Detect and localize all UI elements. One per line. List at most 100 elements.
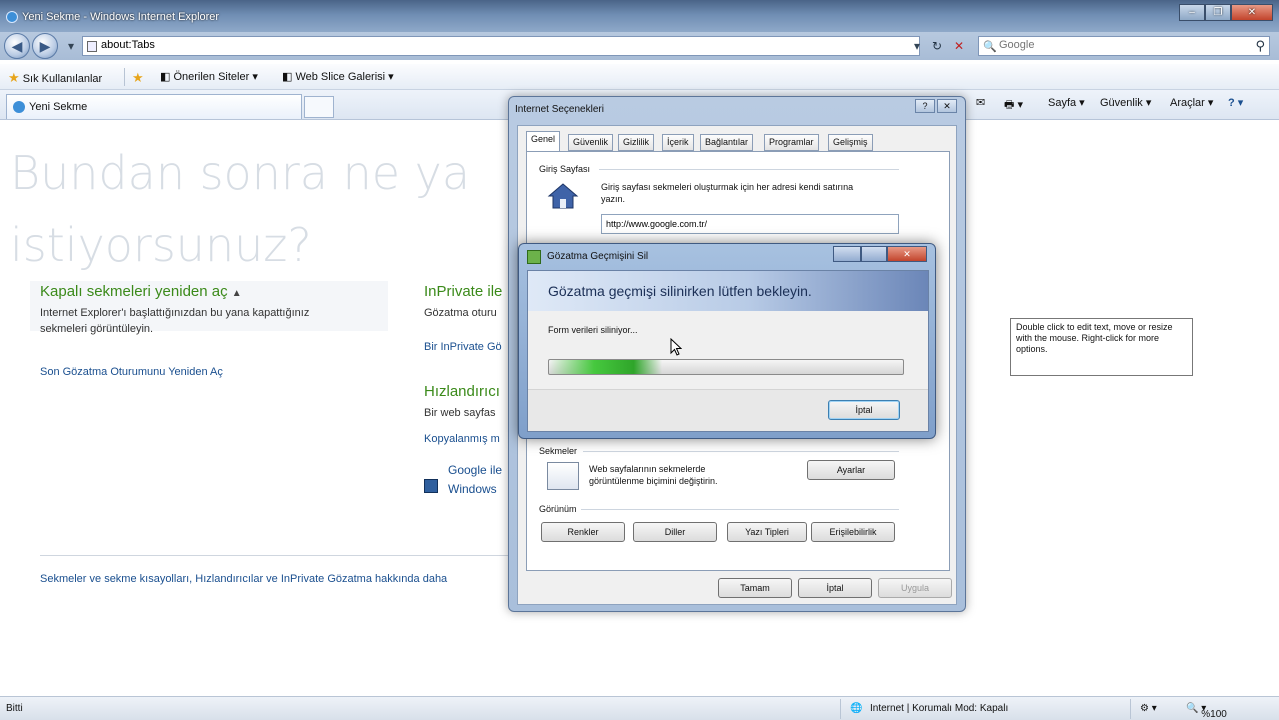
separator: [840, 699, 841, 719]
tab-content[interactable]: İçerik: [662, 134, 694, 151]
tab-programs[interactable]: Programlar: [764, 134, 819, 151]
web-slice-gallery-link[interactable]: ◧ Web Slice Galerisi ▾: [282, 70, 394, 83]
options-cancel-button[interactable]: İptal: [798, 578, 872, 598]
delete-status-text: Form verileri siliniyor...: [548, 325, 638, 335]
zoom-level[interactable]: 🔍 %100 ▾: [1186, 703, 1227, 720]
tabs-settings-button[interactable]: Ayarlar: [807, 460, 895, 480]
separator: [124, 68, 125, 86]
tab-advanced[interactable]: Gelişmiş: [828, 134, 873, 151]
delete-dialog-heading: Gözatma geçmişi silinirken lütfen bekley…: [548, 283, 812, 299]
mouse-cursor-icon: [670, 338, 682, 356]
page-icon: [87, 41, 97, 52]
address-input[interactable]: [101, 39, 881, 51]
page-menu[interactable]: Sayfa ▾: [1048, 96, 1085, 109]
tab-ie-icon: [13, 101, 25, 113]
closed-tabs-desc-1: Internet Explorer'ı başlattığınızdan bu …: [40, 307, 310, 319]
back-button[interactable]: ◀: [4, 33, 30, 59]
windows-accelerator-link[interactable]: Windows: [448, 482, 497, 496]
tabs-settings-icon: [547, 462, 579, 490]
house-icon: [547, 183, 579, 209]
search-icon[interactable]: ⚲: [1255, 38, 1265, 54]
protected-mode-icon[interactable]: ⚙ ▾: [1140, 703, 1157, 714]
delete-dialog-caption-buttons: ✕: [833, 246, 927, 262]
ie-icon: [6, 11, 18, 23]
tools-menu[interactable]: Araçlar ▾: [1170, 96, 1213, 109]
tab-general[interactable]: Genel: [526, 131, 561, 151]
ok-button[interactable]: Tamam: [718, 578, 792, 598]
help-menu[interactable]: ? ▾: [1228, 96, 1243, 109]
footer-help-link[interactable]: Sekmeler ve sekme kısayolları, Hızlandır…: [40, 573, 447, 585]
window-title: Yeni Sekme - Windows Internet Explorer: [22, 11, 220, 23]
inprivate-link[interactable]: Bir InPrivate Gö: [424, 341, 502, 353]
tab-connections[interactable]: Bağlantılar: [700, 134, 754, 151]
inprivate-desc: Gözatma oturu: [424, 307, 497, 319]
dialog-close-button[interactable]: ✕: [937, 99, 957, 113]
group-line: [581, 509, 899, 510]
caption-buttons: – ❐ ✕: [1179, 4, 1273, 21]
stop-icon[interactable]: ✕: [950, 37, 968, 55]
colors-button[interactable]: Renkler: [541, 522, 625, 542]
separator: [1130, 699, 1131, 719]
title-bar: Yeni Sekme - Windows Internet Explorer –…: [0, 0, 1279, 32]
delete-dialog-body: Gözatma geçmişi silinirken lütfen bekley…: [527, 270, 929, 432]
accessibility-button[interactable]: Erişilebilirlik: [811, 522, 895, 542]
add-favorites-icon[interactable]: ★: [132, 70, 144, 86]
search-input[interactable]: [999, 39, 1239, 51]
star-icon: ★: [8, 70, 20, 85]
security-zone[interactable]: Internet | Korumalı Mod: Kapalı: [870, 703, 1008, 714]
apply-button[interactable]: Uygula: [878, 578, 952, 598]
delete-history-icon: [527, 250, 541, 264]
delete-progress-fill: [549, 360, 663, 374]
languages-button[interactable]: Diller: [633, 522, 717, 542]
search-box[interactable]: 🔍 ⚲: [978, 36, 1270, 56]
reopen-last-session-link[interactable]: Son Gözatma Oturumunu Yeniden Aç: [40, 366, 223, 378]
favorites-button[interactable]: ★ Sık Kullanılanlar: [8, 70, 102, 86]
delete-dialog-close-button[interactable]: ✕: [887, 246, 927, 262]
address-dropdown[interactable]: ▾: [908, 37, 926, 55]
delete-history-dialog: Gözatma Geçmişini Sil ✕ Gözatma geçmişi …: [518, 243, 936, 439]
google-accelerator-link[interactable]: Google ile: [448, 463, 502, 477]
tabs-group-label: Sekmeler: [539, 446, 578, 456]
accelerator-icon: [424, 479, 438, 493]
closed-tabs-title[interactable]: Kapalı sekmeleri yeniden aç ▲: [40, 283, 242, 300]
tab-privacy[interactable]: Gizlilik: [618, 134, 654, 151]
delete-dialog-footer: İptal: [528, 389, 928, 431]
tab-security[interactable]: Güvenlik: [568, 134, 614, 151]
print-icon[interactable]: 🖶 ▾: [1004, 96, 1023, 115]
minimize-button[interactable]: –: [1179, 4, 1205, 21]
maximize-button[interactable]: ❐: [1205, 4, 1231, 21]
recent-pages-dropdown[interactable]: ▾: [62, 37, 80, 55]
safety-menu[interactable]: Güvenlik ▾: [1100, 96, 1151, 109]
address-bar[interactable]: [82, 36, 920, 56]
suggested-sites-link[interactable]: ◧ Önerilen Siteler ▾: [160, 70, 258, 83]
forward-button[interactable]: ▶: [32, 33, 58, 59]
fonts-button[interactable]: Yazı Tipleri: [727, 522, 807, 542]
close-button[interactable]: ✕: [1231, 4, 1273, 21]
tab-label: Yeni Sekme: [29, 101, 88, 113]
favorites-bar: ★ Sık Kullanılanlar ★ ◧ Önerilen Siteler…: [0, 64, 1279, 90]
appearance-group-label: Görünüm: [539, 504, 577, 514]
address-row: ◀ ▶ ▾ ▾ ↻ ✕ 🔍 ⚲: [0, 32, 1279, 60]
delete-cancel-button[interactable]: İptal: [828, 400, 900, 420]
delete-dialog-maximize-button: [861, 246, 887, 262]
tab-new-tab[interactable]: Yeni Sekme: [6, 94, 302, 119]
new-tab-button[interactable]: [304, 96, 334, 118]
feeds-icon[interactable]: ✉: [976, 96, 985, 109]
collapse-caret-icon[interactable]: ▲: [232, 288, 242, 299]
home-page-url-field[interactable]: [601, 214, 899, 234]
accelerators-title[interactable]: Hızlandırıcı: [424, 383, 500, 400]
dialog-help-button[interactable]: ?: [915, 99, 935, 113]
accelerators-desc: Bir web sayfas: [424, 407, 496, 419]
delete-dialog-minimize-button: [833, 246, 861, 262]
delete-dialog-banner: Gözatma geçmişi silinirken lütfen bekley…: [528, 271, 928, 311]
annotation-tooltip[interactable]: Double click to edit text, move or resiz…: [1010, 318, 1193, 376]
divider: [40, 555, 510, 556]
copied-link[interactable]: Kopyalanmış m: [424, 433, 500, 445]
home-page-desc-2: yazın.: [601, 194, 626, 204]
home-page-group-label: Giriş Sayfası: [539, 164, 591, 174]
status-bar: Bitti 🌐 Internet | Korumalı Mod: Kapalı …: [0, 696, 1279, 720]
closed-tabs-desc-2: sekmeleri görüntüleyin.: [40, 323, 154, 335]
inprivate-title[interactable]: InPrivate ile: [424, 283, 502, 300]
globe-icon: 🌐: [850, 703, 863, 714]
refresh-icon[interactable]: ↻: [928, 37, 946, 55]
